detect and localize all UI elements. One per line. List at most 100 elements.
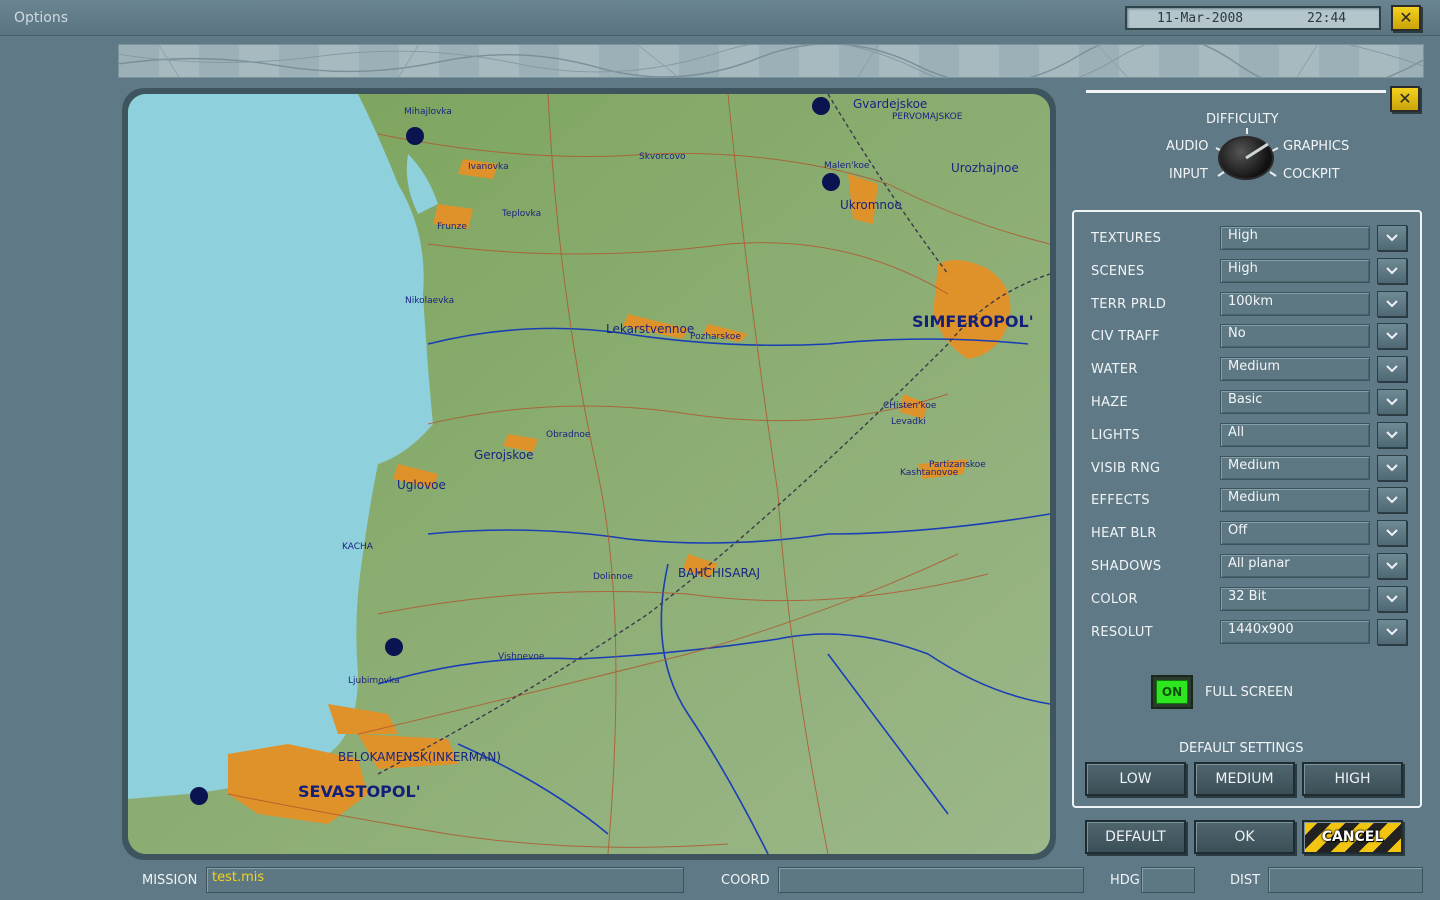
setting-value-field[interactable]: Basic [1220, 390, 1370, 414]
date-readout: 11-Mar-2008 [1157, 11, 1244, 26]
preset-low-button[interactable]: LOW [1085, 762, 1186, 796]
date-time-display: 11-Mar-2008 22:44 [1125, 6, 1381, 30]
map-label-skvorcovo: Skvorcovo [639, 152, 686, 162]
ok-button[interactable]: OK [1194, 820, 1295, 854]
setting-dropdown-button[interactable] [1377, 225, 1407, 251]
setting-dropdown-button[interactable] [1377, 389, 1407, 415]
preset-medium-button[interactable]: MEDIUM [1194, 762, 1295, 796]
setting-value-field[interactable]: Medium [1220, 357, 1370, 381]
setting-label: CIV TRAFF [1091, 329, 1160, 344]
map-label-gerojskoe: Gerojskoe [474, 448, 534, 462]
setting-value-field[interactable]: 100km [1220, 292, 1370, 316]
map-banner-strip [118, 44, 1424, 78]
chevron-down-icon [1386, 562, 1398, 570]
map-label-teplovka: Teplovka [502, 209, 542, 219]
setting-label: HAZE [1091, 395, 1128, 410]
setting-label: TEXTURES [1091, 231, 1162, 246]
category-selector-knob[interactable] [1218, 136, 1274, 180]
setting-label: HEAT BLR [1091, 526, 1157, 541]
setting-dropdown-button[interactable] [1377, 455, 1407, 481]
map-label-ivanovka: Ivanovka [468, 162, 509, 172]
setting-value-field[interactable]: All planar [1220, 554, 1370, 578]
mission-label: MISSION [142, 873, 198, 888]
setting-dropdown-button[interactable] [1377, 323, 1407, 349]
setting-value-field[interactable]: High [1220, 226, 1370, 250]
chevron-down-icon [1386, 234, 1398, 242]
setting-dropdown-button[interactable] [1377, 520, 1407, 546]
setting-value-field[interactable]: 32 Bit [1220, 587, 1370, 611]
map-label-chistenkoe: CHisten'koe [883, 401, 937, 411]
fullscreen-toggle-label: ON [1156, 680, 1188, 704]
chevron-down-icon [1386, 267, 1398, 275]
fullscreen-label: FULL SCREEN [1205, 685, 1294, 700]
setting-value-field[interactable]: No [1220, 324, 1370, 348]
map-label-ukromnoe: Ukromnoe [840, 198, 902, 212]
close-window-button[interactable]: ✕ [1391, 5, 1421, 31]
default-button[interactable]: DEFAULT [1085, 820, 1186, 854]
chevron-down-icon [1386, 496, 1398, 504]
setting-dropdown-button[interactable] [1377, 258, 1407, 284]
cancel-button[interactable]: CANCEL [1302, 820, 1403, 854]
title-bar: Options 11-Mar-2008 22:44 ✕ [0, 0, 1440, 36]
setting-value-field[interactable]: 1440x900 [1220, 620, 1370, 644]
fullscreen-toggle[interactable]: ON [1151, 675, 1193, 709]
chevron-down-icon [1386, 365, 1398, 373]
map-label-lekarstvennoe: Lekarstvennoe [606, 322, 695, 336]
setting-dropdown-button[interactable] [1377, 487, 1407, 513]
window-title: Options [14, 10, 69, 26]
chevron-down-icon [1386, 529, 1398, 537]
dist-field [1268, 867, 1423, 893]
chevron-down-icon [1386, 431, 1398, 439]
dist-label: DIST [1230, 873, 1261, 888]
map-label-levadki: Levadki [891, 417, 926, 427]
chevron-down-icon [1386, 398, 1398, 406]
map-label-uglovoe: Uglovoe [397, 478, 446, 492]
setting-label: SCENES [1091, 264, 1145, 279]
setting-label: TERR PRLD [1091, 297, 1167, 312]
knob-pointer-icon [1245, 142, 1269, 160]
tab-difficulty[interactable]: DIFFICULTY [1206, 112, 1279, 127]
map-label-dolinnoe: Dolinnoe [593, 572, 633, 582]
map-label-bahchisaraj: BAHCHISARAJ [678, 566, 761, 580]
time-readout: 22:44 [1307, 11, 1347, 26]
close-panel-button[interactable]: ✕ [1390, 86, 1420, 112]
mission-map[interactable]: Mihajlovka Ivanovka Teplovka Frunze Niko… [128, 94, 1050, 854]
setting-label: COLOR [1091, 592, 1138, 607]
setting-dropdown-button[interactable] [1377, 422, 1407, 448]
setting-dropdown-button[interactable] [1377, 356, 1407, 382]
setting-value-field[interactable]: High [1220, 259, 1370, 283]
setting-dropdown-button[interactable] [1377, 291, 1407, 317]
map-label-vishnevoe: Vishnevoe [498, 652, 545, 662]
setting-value-field[interactable]: Medium [1220, 488, 1370, 512]
setting-value-field[interactable]: All [1220, 423, 1370, 447]
tab-audio[interactable]: AUDIO [1166, 139, 1209, 154]
map-frame: Mihajlovka Ivanovka Teplovka Frunze Niko… [122, 88, 1056, 860]
setting-label: VISIB RNG [1091, 461, 1161, 476]
map-label-gvardejskoe: Gvardejskoe [853, 97, 928, 111]
panel-divider [1086, 90, 1386, 93]
preset-high-button[interactable]: HIGH [1302, 762, 1403, 796]
map-label-belokamensk: BELOKAMENSK(INKERMAN) [338, 750, 501, 764]
chevron-down-icon [1386, 332, 1398, 340]
hdg-label: HDG [1110, 873, 1140, 888]
setting-dropdown-button[interactable] [1377, 586, 1407, 612]
mission-field: test.mis [206, 867, 684, 893]
setting-value-field[interactable]: Off [1220, 521, 1370, 545]
setting-label: EFFECTS [1091, 493, 1150, 508]
tab-graphics[interactable]: GRAPHICS [1283, 139, 1349, 154]
chevron-down-icon [1386, 300, 1398, 308]
map-label-urozhajnoe: Urozhajnoe [951, 161, 1019, 175]
map-label-simferopol: SIMFEROPOL' [912, 312, 1034, 331]
map-label-frunze: Frunze [437, 222, 467, 232]
setting-dropdown-button[interactable] [1377, 553, 1407, 579]
map-label-ljubimovka: Ljubimovka [348, 676, 400, 686]
setting-dropdown-button[interactable] [1377, 619, 1407, 645]
map-label-sevastopol: SEVASTOPOL' [298, 782, 421, 801]
map-label-malenkoe: Malen'koe [824, 161, 870, 171]
chevron-down-icon [1386, 595, 1398, 603]
tab-input[interactable]: INPUT [1169, 167, 1208, 182]
default-settings-title: DEFAULT SETTINGS [1179, 741, 1304, 756]
tab-cockpit[interactable]: COCKPIT [1283, 167, 1340, 182]
setting-value-field[interactable]: Medium [1220, 456, 1370, 480]
map-label-kacha: KACHA [342, 542, 373, 552]
